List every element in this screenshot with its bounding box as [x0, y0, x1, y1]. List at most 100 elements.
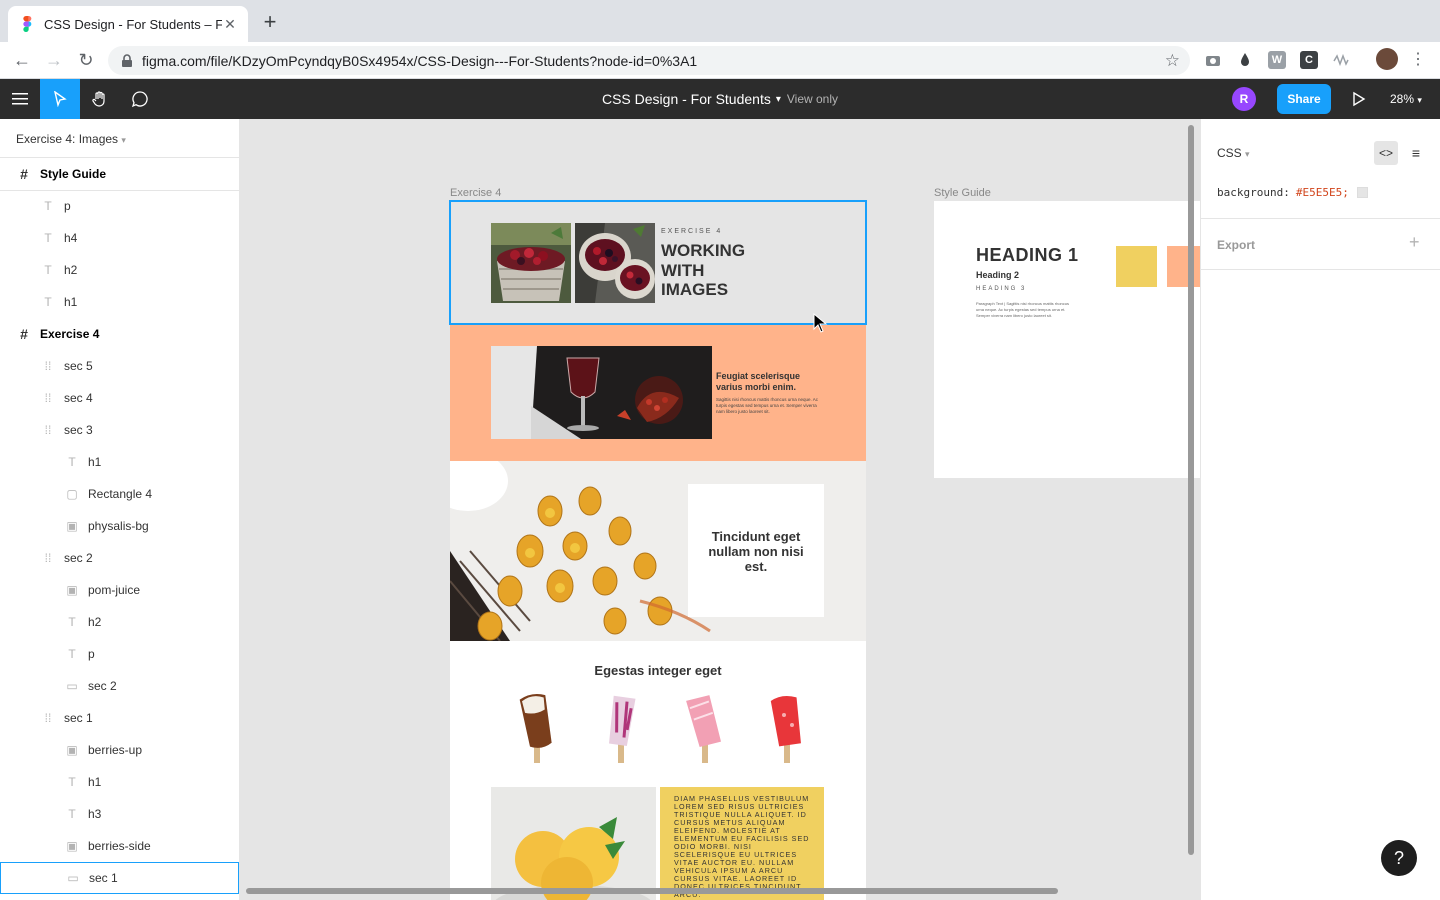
layer-row[interactable]: ⁞⁞ sec 5	[0, 350, 239, 382]
chevron-down-icon: ▾	[1417, 95, 1422, 105]
sec2-paragraph[interactable]: Sagittis nisi rhoncus mattis rhoncus urn…	[716, 397, 824, 415]
help-button[interactable]: ?	[1381, 840, 1417, 876]
mouse-cursor-icon	[813, 313, 828, 333]
popsicle-red-image[interactable]	[762, 693, 812, 765]
text-layer-icon: T	[44, 295, 52, 309]
chevron-down-icon[interactable]: ▾	[776, 94, 781, 105]
layer-row[interactable]: Th1	[0, 286, 239, 318]
layer-row[interactable]: # Style Guide	[0, 158, 239, 190]
text-layer-icon: T	[68, 807, 76, 821]
layer-row[interactable]: Tp	[0, 190, 239, 222]
page-selector[interactable]: Exercise 4: Images ▾	[16, 132, 126, 146]
present-play-icon[interactable]	[1347, 88, 1369, 110]
layer-row[interactable]: Th3	[0, 798, 239, 830]
address-bar[interactable]: figma.com/file/KDzyOmPcyndqyB0Sx4954x/CS…	[108, 46, 1190, 75]
code-view-icon[interactable]: <>	[1374, 141, 1398, 165]
popsicle-berry-image[interactable]	[596, 693, 646, 765]
layer-row[interactable]: Th2	[0, 606, 239, 638]
add-export-icon[interactable]: +	[1409, 232, 1420, 253]
layer-row[interactable]: ⁞⁞ sec 1	[0, 702, 239, 734]
frame-layer-icon: #	[20, 166, 28, 182]
sec2[interactable]: Feugiat scelerisque varius morbi enim. S…	[450, 325, 866, 461]
layer-row[interactable]: ▣ pom-juice	[0, 574, 239, 606]
layer-row[interactable]: Th1	[0, 446, 239, 478]
layer-row[interactable]: # Exercise 4	[0, 318, 239, 350]
design-canvas[interactable]: Exercise 4 Style Guide EXERCISE 4 WORKIN…	[240, 119, 1200, 900]
user-avatar[interactable]: R	[1232, 87, 1256, 111]
inspector-panel: CSS ▾ <> ≡ background: #E5E5E5; Export +…	[1200, 119, 1440, 900]
styleguide-frame[interactable]: HEADING 1 Heading 2 HEADING 3 Paragraph …	[934, 201, 1200, 478]
comment-tool-icon[interactable]	[120, 79, 160, 119]
styleguide-h3[interactable]: HEADING 3	[976, 286, 1026, 292]
sec4-heading[interactable]: Egestas integer eget	[450, 663, 866, 678]
bookmark-star-icon[interactable]: ☆	[1165, 51, 1180, 71]
frame-label-exercise[interactable]: Exercise 4	[450, 187, 501, 199]
sec5-text-block[interactable]: DIAM PHASELLUS VESTIBULUM LOREM SED RISU…	[660, 787, 824, 900]
image-layer-icon: ▣	[66, 583, 78, 597]
css-value[interactable]: #E5E5E5;	[1296, 186, 1349, 199]
zoom-dropdown[interactable]: 28% ▾	[1390, 79, 1422, 119]
camera-extension-icon[interactable]	[1204, 51, 1222, 69]
wave-extension-icon[interactable]	[1332, 51, 1350, 69]
layer-label: physalis-bg	[88, 519, 149, 533]
styleguide-h1[interactable]: HEADING 1	[976, 245, 1079, 266]
ice-cream-image[interactable]	[491, 787, 656, 900]
close-tab-icon[interactable]: ✕	[222, 16, 238, 33]
layer-row[interactable]: ▭ sec 2	[0, 670, 239, 702]
new-tab-icon[interactable]: +	[258, 11, 282, 35]
list-view-icon[interactable]: ≡	[1404, 141, 1428, 165]
file-title-area: CSS Design - For Students ▾ View only	[0, 79, 1440, 119]
chevron-down-icon: ▾	[121, 135, 126, 145]
layer-label: sec 3	[64, 423, 93, 437]
layer-label: pom-juice	[88, 583, 141, 597]
color-swatch-peach[interactable]	[1167, 246, 1200, 287]
hand-tool-icon[interactable]	[80, 79, 120, 119]
rect-layer-icon: ▢	[66, 487, 78, 501]
w-extension-icon[interactable]: W	[1268, 51, 1286, 69]
layer-label: h4	[64, 231, 78, 245]
text-layer-icon: T	[44, 263, 52, 277]
layer-row[interactable]: ▣ berries-side	[0, 830, 239, 862]
layer-row[interactable]: Tp	[0, 638, 239, 670]
main-menu-icon[interactable]	[0, 79, 40, 119]
browser-menu-icon[interactable]: ⋮	[1406, 48, 1430, 72]
group-layer-icon: ⁞⁞	[44, 551, 52, 565]
horizontal-scrollbar[interactable]	[246, 888, 1058, 894]
sec4[interactable]: Egestas integer eget	[450, 641, 866, 781]
layer-row[interactable]: ▣ physalis-bg	[0, 510, 239, 542]
layer-row[interactable]: ▣ berries-up	[0, 734, 239, 766]
sec3[interactable]: Tincidunt eget nullam non nisi est.	[450, 461, 866, 641]
color-swatch-yellow[interactable]	[1116, 246, 1157, 287]
vertical-scrollbar[interactable]	[1188, 125, 1194, 855]
layer-row[interactable]: ⁞⁞ sec 2	[0, 542, 239, 574]
browser-tab[interactable]: CSS Design - For Students – Fi ✕	[8, 6, 248, 42]
file-title[interactable]: CSS Design - For Students	[602, 91, 771, 107]
layer-row[interactable]: Th4	[0, 222, 239, 254]
sec3-heading[interactable]: Tincidunt eget nullam non nisi est.	[696, 529, 816, 574]
code-language-dropdown[interactable]: CSS ▾	[1217, 146, 1250, 160]
layer-row[interactable]: ⁞⁞ sec 4	[0, 382, 239, 414]
layer-row[interactable]: ▭ sec 1	[0, 862, 239, 894]
pom-juice-image[interactable]	[491, 346, 712, 439]
profile-avatar[interactable]	[1376, 48, 1398, 70]
share-button[interactable]: Share	[1277, 84, 1331, 114]
sec2-heading[interactable]: Feugiat scelerisque varius morbi enim.	[716, 371, 826, 393]
styleguide-paragraph[interactable]: Paragraph Text | Sagittis nisi rhoncus m…	[976, 301, 1078, 319]
sec5[interactable]: DIAM PHASELLUS VESTIBULUM LOREM SED RISU…	[450, 781, 866, 900]
layer-row[interactable]: Th2	[0, 254, 239, 286]
drop-extension-icon[interactable]	[1236, 51, 1254, 69]
layer-label: h1	[88, 455, 102, 469]
layer-row[interactable]: Th1	[0, 766, 239, 798]
layer-row[interactable]: ⁞⁞ sec 3	[0, 414, 239, 446]
popsicle-pink-image[interactable]	[680, 693, 730, 765]
back-icon[interactable]: ←	[10, 48, 34, 72]
popsicle-chocolate-image[interactable]	[512, 693, 562, 765]
forward-icon[interactable]: →	[42, 48, 66, 72]
layer-row[interactable]: ▢ Rectangle 4	[0, 478, 239, 510]
styleguide-h2[interactable]: Heading 2	[976, 270, 1019, 280]
reload-icon[interactable]: ↻	[74, 48, 98, 72]
move-tool-icon[interactable]	[40, 79, 80, 119]
css-color-swatch	[1356, 187, 1368, 198]
c-extension-icon[interactable]: C	[1300, 51, 1318, 69]
frame-label-styleguide[interactable]: Style Guide	[934, 187, 991, 199]
